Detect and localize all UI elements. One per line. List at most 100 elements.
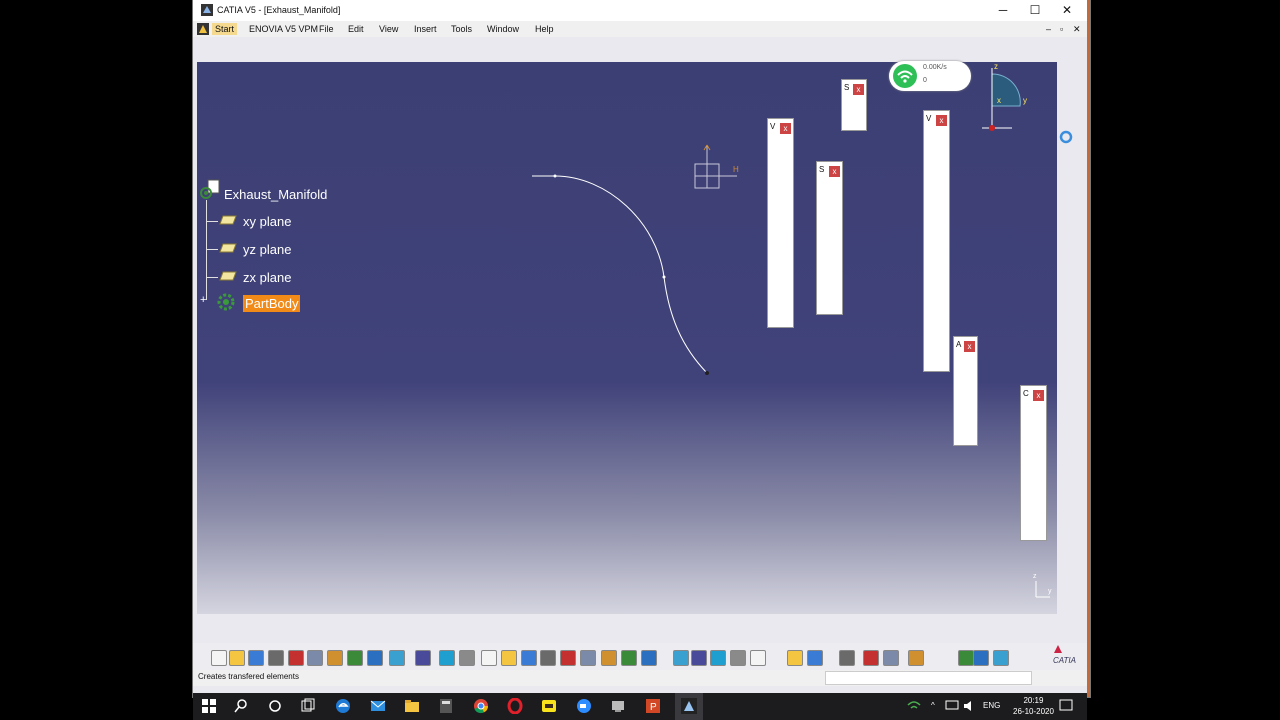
rotate-icon[interactable] bbox=[481, 650, 497, 666]
mdi-restore-button[interactable]: ▫ bbox=[1060, 24, 1063, 34]
swap-view-icon[interactable] bbox=[621, 650, 637, 666]
panel-close-button[interactable]: x bbox=[936, 115, 947, 126]
zoom-in-icon[interactable] bbox=[501, 650, 517, 666]
chrome-icon[interactable] bbox=[473, 698, 489, 714]
edge-browser-icon[interactable] bbox=[335, 698, 351, 714]
tree-item-zx-plane[interactable]: zx plane bbox=[243, 270, 291, 285]
floating-toolbar-panel[interactable]: S x bbox=[841, 79, 867, 131]
panel-close-button[interactable]: x bbox=[853, 84, 864, 95]
normal-view-icon[interactable] bbox=[540, 650, 556, 666]
cloud-icon[interactable] bbox=[993, 650, 1009, 666]
expand-icon[interactable]: + bbox=[200, 295, 206, 306]
menu-tools[interactable]: Tools bbox=[451, 24, 472, 34]
view-mode-icon[interactable] bbox=[580, 650, 596, 666]
print-icon[interactable] bbox=[268, 650, 284, 666]
spline-curve[interactable] bbox=[527, 167, 717, 382]
mail-icon[interactable] bbox=[370, 698, 386, 714]
paste-icon[interactable] bbox=[327, 650, 343, 666]
wifi-tray-icon[interactable] bbox=[907, 699, 921, 713]
close-button[interactable]: ✕ bbox=[1052, 2, 1082, 19]
system-clock[interactable]: 20:19 26-10-2020 bbox=[1013, 695, 1054, 717]
select-icon[interactable] bbox=[863, 650, 879, 666]
analysis-icon[interactable] bbox=[691, 650, 707, 666]
menu-insert[interactable]: Insert bbox=[414, 24, 437, 34]
macro-icon[interactable] bbox=[883, 650, 899, 666]
windows-taskbar: P ^ ENG 20:19 26-10-2020 bbox=[193, 693, 1087, 720]
menu-file[interactable]: File bbox=[319, 24, 334, 34]
plane-tool-icon[interactable] bbox=[710, 650, 726, 666]
floating-toolbar-panel[interactable]: V x bbox=[923, 110, 950, 372]
floating-toolbar-panel[interactable]: A x bbox=[953, 336, 978, 446]
zoom-out-icon[interactable] bbox=[521, 650, 537, 666]
cortana-icon[interactable] bbox=[267, 698, 283, 714]
copy-icon[interactable] bbox=[307, 650, 323, 666]
fly-mode-icon[interactable] bbox=[415, 650, 431, 666]
sketch-icon[interactable] bbox=[673, 650, 689, 666]
tree-item-xy-plane[interactable]: xy plane bbox=[243, 214, 291, 229]
measure-item-icon[interactable] bbox=[839, 650, 855, 666]
language-indicator[interactable]: ENG bbox=[983, 701, 1000, 710]
redo-icon[interactable] bbox=[367, 650, 383, 666]
panel-label: V bbox=[926, 114, 932, 123]
volume-tray-icon[interactable] bbox=[963, 700, 977, 712]
pan-icon[interactable] bbox=[459, 650, 475, 666]
menu-start[interactable]: Start bbox=[212, 23, 238, 35]
panel-close-button[interactable]: x bbox=[1033, 390, 1044, 401]
material-icon[interactable] bbox=[750, 650, 766, 666]
tree-root-exhaust-manifold[interactable]: Exhaust_Manifold bbox=[224, 187, 327, 202]
zoom-icon[interactable] bbox=[576, 698, 592, 714]
network-app-icon[interactable] bbox=[610, 698, 626, 714]
tree-item-partbody[interactable]: PartBody bbox=[243, 295, 301, 312]
fit-all-icon[interactable] bbox=[439, 650, 455, 666]
chat-app-icon[interactable] bbox=[541, 698, 557, 714]
notification-icon[interactable] bbox=[1059, 699, 1073, 713]
taskbar-active-app[interactable] bbox=[675, 693, 703, 720]
open-icon[interactable] bbox=[229, 650, 245, 666]
windows-start-icon[interactable] bbox=[201, 698, 217, 714]
powerpoint-icon[interactable]: P bbox=[645, 698, 661, 714]
panel-label: V bbox=[770, 122, 776, 131]
file-explorer-icon[interactable] bbox=[404, 698, 420, 714]
render-icon[interactable] bbox=[787, 650, 803, 666]
apply-icon[interactable] bbox=[807, 650, 823, 666]
floating-toolbar-panel[interactable]: V x bbox=[767, 118, 794, 328]
display-tray-icon[interactable] bbox=[945, 700, 959, 712]
title-bar: CATIA V5 - [Exhaust_Manifold] ─ ☐ ✕ bbox=[193, 0, 1087, 21]
new-icon[interactable] bbox=[211, 650, 227, 666]
measure-icon[interactable] bbox=[641, 650, 657, 666]
menu-enovia[interactable]: ENOVIA V5 VPM bbox=[249, 24, 318, 34]
floating-toolbar-panel[interactable]: S x bbox=[816, 161, 843, 315]
mdi-close-button[interactable]: ✕ bbox=[1073, 24, 1081, 35]
panel-close-button[interactable]: x bbox=[829, 166, 840, 177]
opera-icon[interactable] bbox=[507, 698, 523, 714]
panel-close-button[interactable]: x bbox=[780, 123, 791, 134]
calculator-icon[interactable] bbox=[438, 698, 454, 714]
part-document-icon[interactable] bbox=[199, 179, 221, 201]
help-icon[interactable] bbox=[389, 650, 405, 666]
network-speed: 0.00K/s bbox=[923, 64, 947, 71]
geometry-viewport[interactable]: Exhaust_Manifold xy plane yz plane zx pl… bbox=[197, 61, 1057, 614]
knowledge-icon[interactable] bbox=[908, 650, 924, 666]
catalog-icon[interactable] bbox=[730, 650, 746, 666]
views-icon[interactable] bbox=[560, 650, 576, 666]
dmu-icon[interactable] bbox=[973, 650, 989, 666]
floating-toolbar-panel[interactable]: C x bbox=[1020, 385, 1047, 541]
menu-edit[interactable]: Edit bbox=[348, 24, 364, 34]
export-icon[interactable] bbox=[958, 650, 974, 666]
menu-window[interactable]: Window bbox=[487, 24, 519, 34]
minimize-button[interactable]: ─ bbox=[988, 2, 1018, 19]
tree-item-yz-plane[interactable]: yz plane bbox=[243, 242, 291, 257]
hide-show-icon[interactable] bbox=[601, 650, 617, 666]
menu-view[interactable]: View bbox=[379, 24, 398, 34]
maximize-button[interactable]: ☐ bbox=[1020, 2, 1050, 19]
undo-icon[interactable] bbox=[347, 650, 363, 666]
task-view-icon[interactable] bbox=[300, 698, 316, 714]
mdi-minimize-button[interactable]: – bbox=[1046, 24, 1051, 34]
command-input[interactable] bbox=[825, 671, 1032, 685]
panel-close-button[interactable]: x bbox=[964, 341, 975, 352]
search-icon[interactable] bbox=[233, 698, 249, 714]
cut-icon[interactable] bbox=[288, 650, 304, 666]
tray-overflow-icon[interactable]: ^ bbox=[931, 701, 935, 710]
save-icon[interactable] bbox=[248, 650, 264, 666]
menu-help[interactable]: Help bbox=[535, 24, 554, 34]
